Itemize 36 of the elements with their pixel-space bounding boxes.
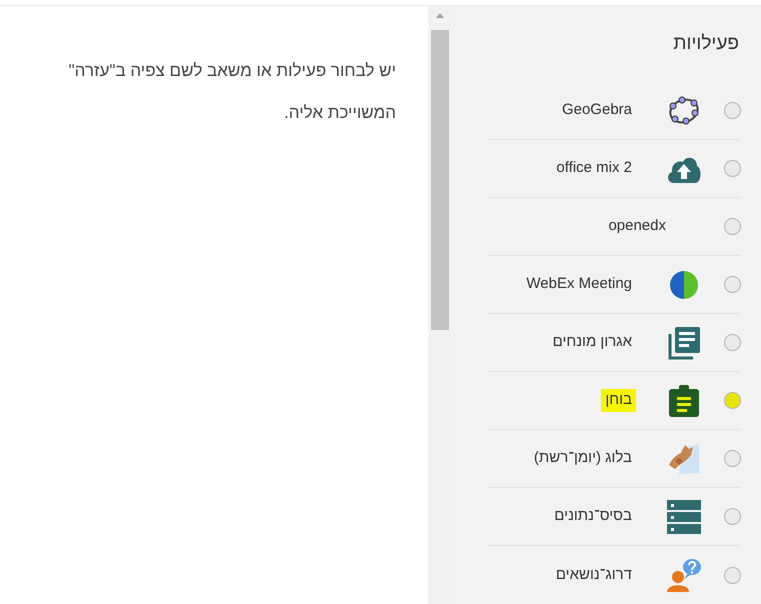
document-stack-icon [667, 326, 701, 360]
activity-row[interactable]: openedx [488, 198, 741, 256]
radio-button[interactable] [724, 276, 741, 293]
scroll-up-icon [436, 13, 444, 18]
database-icon [666, 498, 702, 534]
activity-label: דרוג־נושאים [554, 564, 633, 585]
activity-label: GeoGebra [560, 100, 633, 120]
activity-label: בלוג (יומן־רשת) [532, 448, 633, 468]
activity-row[interactable]: בסיס־נתונים [488, 488, 741, 546]
blog-icon [667, 442, 701, 474]
person-question-icon [666, 557, 702, 593]
ellipse-points-icon [667, 96, 701, 126]
radio-button[interactable] [724, 334, 741, 351]
globe-icon [669, 270, 699, 300]
activity-row[interactable]: office mix 2 [488, 140, 741, 198]
activities-heading: פעילויות [673, 32, 739, 56]
activity-label: אגרון מונחים [552, 332, 633, 352]
help-text: יש לבחור פעילות או משאב לשם צפיה ב"עזרה" המשוייכת אליה. [68, 60, 396, 124]
scrollbar-thumb[interactable] [431, 30, 449, 330]
activity-row[interactable]: בלוג (יומן־רשת) [488, 430, 741, 488]
radio-button[interactable] [724, 218, 741, 235]
radio-button[interactable] [724, 392, 741, 409]
radio-button[interactable] [724, 508, 741, 525]
activity-row[interactable]: דרוג־נושאים [488, 546, 741, 604]
activity-label: בוחן [601, 389, 636, 412]
clipboard-icon [668, 384, 700, 418]
radio-button[interactable] [724, 450, 741, 467]
activity-label: openedx [607, 216, 667, 236]
activity-label: בסיס־נתונים [553, 506, 633, 526]
radio-button[interactable] [724, 102, 741, 119]
activity-row[interactable]: WebEx Meeting [488, 256, 741, 314]
activity-label: office mix 2 [555, 158, 633, 178]
radio-button[interactable] [724, 160, 741, 177]
activity-row[interactable]: GeoGebra [488, 82, 741, 140]
radio-button[interactable] [724, 566, 741, 584]
activity-label: WebEx Meeting [525, 274, 633, 294]
